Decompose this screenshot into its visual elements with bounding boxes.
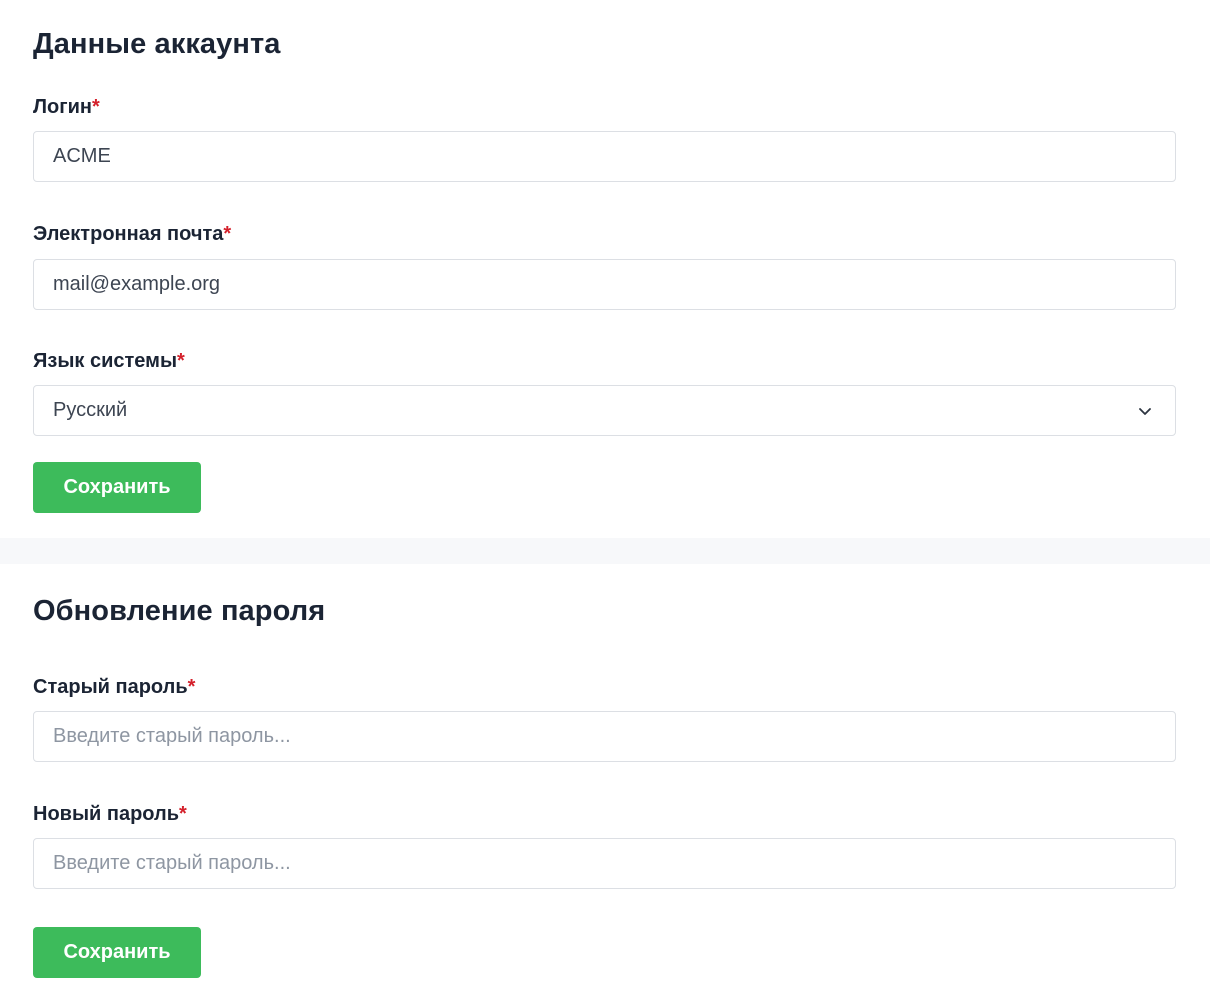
email-label: Электронная почта*: [33, 223, 231, 246]
new-password-required-mark: *: [179, 803, 187, 825]
email-required-mark: *: [223, 223, 232, 245]
account-data-section: Данные аккаунта Логин* Электронная почта…: [0, 0, 1210, 538]
section-divider: [0, 538, 1210, 564]
new-password-label-text: Новый пароль: [33, 803, 180, 825]
login-label-text: Логин: [33, 96, 92, 118]
language-label: Язык системы*: [33, 350, 185, 373]
new-password-label: Новый пароль*: [33, 803, 187, 826]
old-password-label-text: Старый пароль: [33, 676, 188, 698]
old-password-label: Старый пароль*: [33, 676, 195, 699]
password-update-section: Обновление пароля Старый пароль* Новый п…: [0, 564, 1210, 1000]
email-label-text: Электронная почта: [33, 223, 224, 245]
login-input[interactable]: [33, 131, 1176, 182]
language-required-mark: *: [177, 350, 185, 372]
old-password-input[interactable]: [33, 711, 1176, 762]
login-required-mark: *: [91, 96, 100, 118]
save-account-button[interactable]: Сохранить: [33, 462, 201, 513]
language-label-text: Язык системы: [33, 350, 178, 372]
password-update-heading: Обновление пароля: [33, 595, 326, 627]
language-select-value: Русский: [53, 399, 128, 421]
old-password-required-mark: *: [187, 676, 196, 698]
save-password-button[interactable]: Сохранить: [33, 927, 201, 978]
email-input[interactable]: [33, 259, 1176, 310]
login-label: Логин*: [33, 96, 100, 119]
account-data-heading: Данные аккаунта: [33, 28, 281, 60]
new-password-input[interactable]: [33, 838, 1176, 889]
chevron-down-icon: [1136, 402, 1154, 420]
language-select[interactable]: Русский: [33, 385, 1176, 436]
